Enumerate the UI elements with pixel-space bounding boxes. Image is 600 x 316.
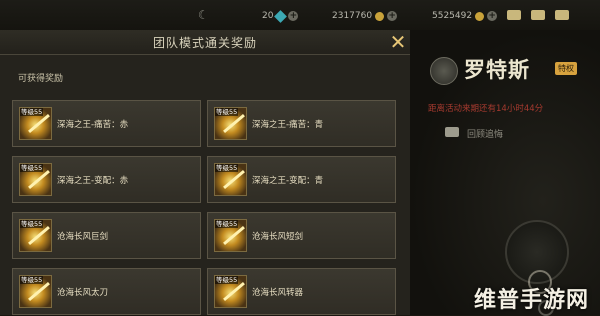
modal-header: 团队模式通关奖励 ✕	[0, 30, 410, 55]
reward-item[interactable]: 等级55 沧海长风转器	[207, 268, 396, 315]
reward-level: 等级55	[20, 276, 44, 284]
reward-item[interactable]: 等级55 沧海长风巨剑	[12, 212, 201, 259]
modal-title: 团队模式通关奖励	[152, 36, 257, 50]
reward-item-icon: 等级55	[19, 163, 52, 196]
menu-icon[interactable]	[555, 10, 569, 20]
reward-name: 深海之王-变配：赤	[57, 176, 129, 186]
team-reward-modal: 团队模式通关奖励 ✕ 可获得奖励 等级55 深海之王-痛苦：赤 等级55 深海之…	[0, 30, 410, 315]
reward-name: 沧海长风巨剑	[57, 232, 109, 242]
reward-item[interactable]: 等级55 深海之王-痛苦：青	[207, 100, 396, 147]
add-points-button[interactable]: +	[487, 11, 498, 21]
close-icon[interactable]: ✕	[386, 30, 410, 54]
reward-level: 等级55	[20, 220, 44, 228]
reward-item-icon: 等级55	[19, 275, 52, 308]
reward-level: 等级55	[20, 108, 44, 116]
character-name: 罗特斯	[464, 58, 530, 82]
reward-item[interactable]: 等级55 深海之王-痛苦：赤	[12, 100, 201, 147]
add-crystal-button[interactable]: +	[288, 11, 299, 21]
reward-item[interactable]: 等级55 沧海长风太刀	[12, 268, 201, 315]
character-badge: 特权	[555, 62, 577, 75]
coin-icon	[375, 11, 385, 21]
reward-item-icon: 等级55	[19, 219, 52, 252]
points-currency: 5525492 +	[432, 9, 498, 23]
character-panel: 罗特斯 特权 距离活动来期还有14小时44分 回顾追悔	[410, 30, 600, 316]
event-notice: 距离活动来期还有14小时44分	[428, 104, 544, 114]
coin-icon	[475, 11, 485, 21]
reward-item-icon: 等级55	[214, 219, 247, 252]
option-icon[interactable]	[445, 127, 459, 137]
gold-currency: 2317760 +	[332, 9, 398, 23]
reward-name: 深海之王-痛苦：赤	[57, 120, 129, 130]
reward-level: 等级55	[215, 164, 239, 172]
reward-name: 沧海长风转器	[252, 288, 304, 298]
moon-icon: ☾	[198, 8, 209, 22]
reward-item-icon: 等级55	[214, 275, 247, 308]
character-emblem-icon	[430, 57, 458, 85]
reward-item[interactable]: 等级55 深海之王-变配：赤	[12, 156, 201, 203]
gem-icon	[274, 9, 288, 23]
crystal-currency: 20 +	[262, 9, 299, 23]
bag-icon[interactable]	[507, 10, 521, 20]
reward-item[interactable]: 等级55 沧海长风短剑	[207, 212, 396, 259]
reward-name: 深海之王-变配：青	[252, 176, 324, 186]
reward-name: 深海之王-痛苦：青	[252, 120, 324, 130]
site-watermark: 维普手游网	[474, 288, 590, 313]
reward-level: 等级55	[215, 220, 239, 228]
gold-value: 2317760	[332, 11, 373, 21]
reward-item-icon: 等级55	[214, 107, 247, 140]
reward-level: 等级55	[20, 164, 44, 172]
reward-item[interactable]: 等级55 深海之王-变配：青	[207, 156, 396, 203]
reward-name: 沧海长风短剑	[252, 232, 304, 242]
top-status-bar: ☾ 20 + 2317760 + 5525492 +	[0, 0, 600, 30]
reward-item-icon: 等级55	[214, 163, 247, 196]
reward-level: 等级55	[215, 108, 239, 116]
points-value: 5525492	[432, 11, 473, 21]
crystal-value: 20	[262, 11, 274, 21]
option-label[interactable]: 回顾追悔	[467, 127, 503, 140]
mail-icon[interactable]	[531, 10, 545, 20]
reward-name: 沧海长风太刀	[57, 288, 109, 298]
add-gold-button[interactable]: +	[387, 11, 398, 21]
reward-level: 等级55	[215, 276, 239, 284]
reward-subtitle: 可获得奖励	[18, 74, 64, 84]
reward-item-icon: 等级55	[19, 107, 52, 140]
